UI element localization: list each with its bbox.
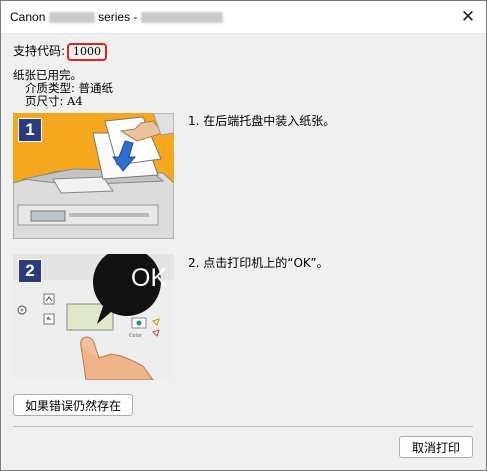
footer-divider [13,426,473,427]
window-title: Canon series - [10,10,223,24]
step1-number-badge: 1 [18,118,42,142]
support-code-value: 1000 [67,43,108,61]
title-bar: Canon series - ✕ [1,1,486,34]
close-icon: ✕ [460,7,476,27]
redacted-printer-name [140,12,223,24]
color-button-label: Color [129,333,143,339]
cancel-print-button[interactable]: 取消打印 [399,436,473,458]
step2-illustration: 2 OK Color [13,254,174,380]
media-type-value: 普通纸 [78,81,114,95]
step2-instruction: 2. 点击打印机上的“OK”。 [188,256,329,270]
ok-callout-text: OK [131,264,168,292]
redacted-model-name [48,12,95,24]
title-series: series - [98,10,138,24]
support-code-row: 支持代码: 1000 [13,42,108,61]
step2-number-badge: 2 [18,259,42,283]
page-size-value: A4 [67,94,83,108]
step1-instruction: 1. 在后端托盘中装入纸张。 [188,114,336,128]
if-error-persists-button[interactable]: 如果错误仍然存在 [13,394,133,416]
step1-illustration: 1 [13,113,174,239]
support-code-label: 支持代码: [13,44,66,58]
page-size-row: 页尺寸: A4 [25,93,83,109]
close-button[interactable]: ✕ [458,7,478,27]
page-size-label: 页尺寸: [25,94,64,108]
error-dialog-window: Canon series - ✕ 支持代码: 1000 纸张已用完。 介质类型: … [0,0,487,471]
title-prefix: Canon [10,10,46,24]
